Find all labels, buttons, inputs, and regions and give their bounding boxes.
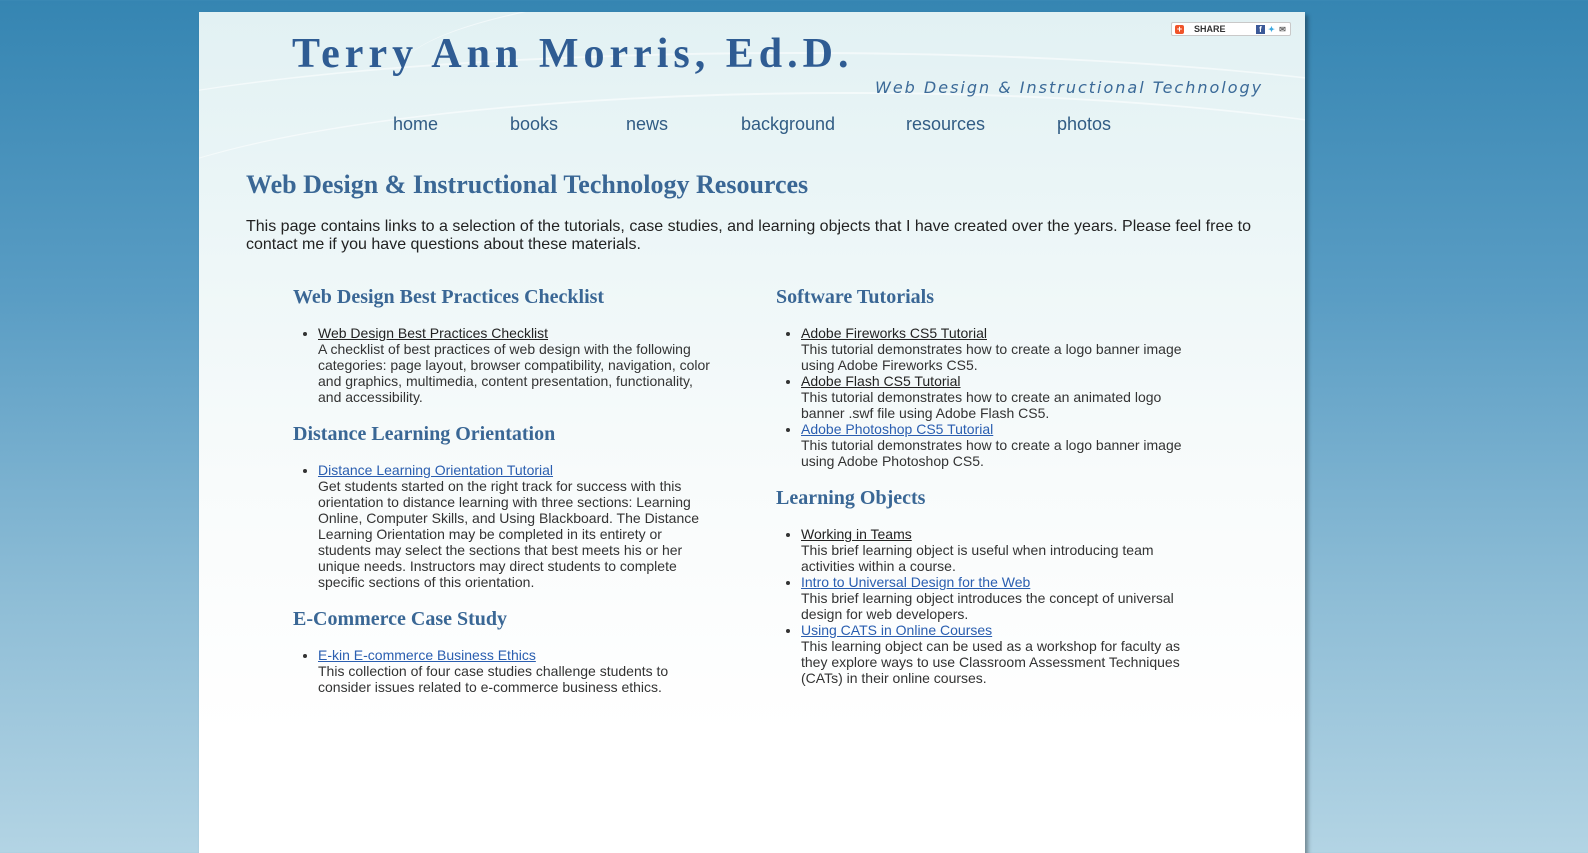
list-item: Using CATS in Online Courses This learni… [801, 622, 1196, 686]
resource-list: Adobe Fireworks CS5 Tutorial This tutori… [776, 325, 1196, 469]
resource-description: This tutorial demonstrates how to create… [801, 437, 1182, 469]
resource-link[interactable]: Distance Learning Orientation Tutorial [318, 462, 553, 478]
resource-list: E-kin E-commerce Business Ethics This co… [293, 647, 713, 695]
list-item: Working in Teams This brief learning obj… [801, 526, 1196, 574]
list-item: Adobe Photoshop CS5 Tutorial This tutori… [801, 421, 1196, 469]
nav-news[interactable]: news [626, 114, 668, 135]
section-learning-objects: Learning Objects Working in Teams This b… [776, 487, 1196, 686]
resource-link[interactable]: Adobe Flash CS5 Tutorial [801, 373, 961, 389]
section-software-tutorials: Software Tutorials Adobe Fireworks CS5 T… [776, 286, 1196, 469]
right-column: Software Tutorials Adobe Fireworks CS5 T… [776, 286, 1196, 704]
twitter-icon[interactable]: ✦ [1267, 25, 1276, 34]
resource-list: Working in Teams This brief learning obj… [776, 526, 1196, 686]
section-distance-learning: Distance Learning Orientation Distance L… [293, 423, 713, 590]
addthis-plus-icon: + [1175, 23, 1184, 34]
email-icon[interactable]: ✉ [1278, 25, 1287, 34]
resource-link[interactable]: Adobe Photoshop CS5 Tutorial [801, 421, 993, 437]
resource-list: Web Design Best Practices Checklist A ch… [293, 325, 713, 405]
section-best-practices: Web Design Best Practices Checklist Web … [293, 286, 713, 405]
resource-description: Get students started on the right track … [318, 478, 700, 590]
resource-list: Distance Learning Orientation Tutorial G… [293, 462, 713, 590]
list-item: Distance Learning Orientation Tutorial G… [318, 462, 713, 590]
site-tagline: Web Design & Instructional Technology [875, 78, 1264, 97]
list-item: Adobe Flash CS5 Tutorial This tutorial d… [801, 373, 1196, 421]
resource-link[interactable]: Adobe Fireworks CS5 Tutorial [801, 325, 987, 341]
nav-background[interactable]: background [741, 114, 835, 135]
section-heading: E-Commerce Case Study [293, 608, 508, 630]
list-item: E-kin E-commerce Business Ethics This co… [318, 647, 713, 695]
nav-photos[interactable]: photos [1057, 114, 1111, 135]
resource-description: This brief learning object is useful whe… [801, 542, 1154, 574]
section-ecommerce: E-Commerce Case Study E-kin E-commerce B… [293, 608, 713, 695]
page-container: + SHARE f ✦ ✉ Terry Ann Morris, Ed.D. We… [199, 12, 1305, 853]
resource-link[interactable]: Using CATS in Online Courses [801, 622, 992, 638]
intro-paragraph: This page contains links to a selection … [246, 218, 1252, 253]
resource-description: This collection of four case studies cha… [318, 663, 669, 695]
resource-description: This learning object can be used as a wo… [801, 638, 1180, 686]
site-title: Terry Ann Morris, Ed.D. [292, 31, 854, 77]
section-heading: Distance Learning Orientation [293, 423, 556, 445]
nav-books[interactable]: books [510, 114, 558, 135]
section-heading: Software Tutorials [776, 286, 934, 308]
resource-link[interactable]: Working in Teams [801, 526, 912, 542]
share-button[interactable]: + SHARE f ✦ ✉ [1171, 22, 1291, 36]
resource-description: This tutorial demonstrates how to create… [801, 389, 1162, 421]
section-heading: Learning Objects [776, 487, 926, 509]
left-column: Web Design Best Practices Checklist Web … [293, 286, 713, 713]
resource-link[interactable]: Intro to Universal Design for the Web [801, 574, 1030, 590]
resource-description: This brief learning object introduces th… [801, 590, 1174, 622]
page-heading: Web Design & Instructional Technology Re… [246, 170, 809, 199]
share-label: SHARE [1194, 24, 1226, 34]
section-heading: Web Design Best Practices Checklist [293, 286, 605, 308]
facebook-icon[interactable]: f [1256, 24, 1265, 34]
nav-resources[interactable]: resources [906, 114, 985, 135]
list-item: Web Design Best Practices Checklist A ch… [318, 325, 713, 405]
resource-link[interactable]: Web Design Best Practices Checklist [318, 325, 548, 341]
list-item: Adobe Fireworks CS5 Tutorial This tutori… [801, 325, 1196, 373]
resource-description: A checklist of best practices of web des… [318, 341, 710, 405]
list-item: Intro to Universal Design for the Web Th… [801, 574, 1196, 622]
nav-home[interactable]: home [393, 114, 438, 135]
resource-description: This tutorial demonstrates how to create… [801, 341, 1182, 373]
resource-link[interactable]: E-kin E-commerce Business Ethics [318, 647, 536, 663]
